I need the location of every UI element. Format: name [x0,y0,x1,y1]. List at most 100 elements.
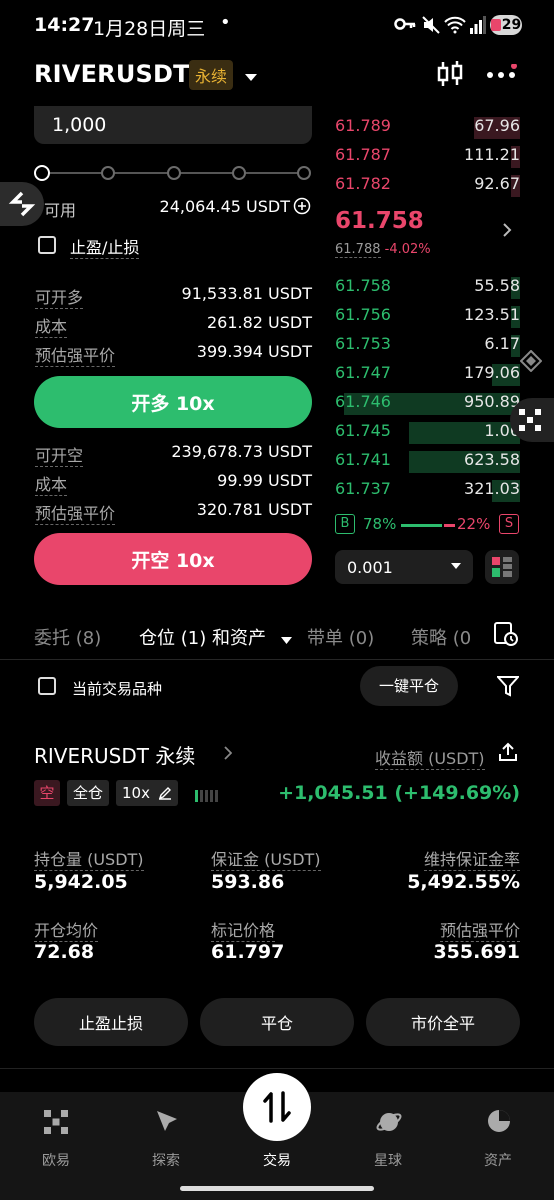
bid-quantity: 123.51 [464,305,520,324]
mark-price-label: 标记价格 [211,917,276,942]
tp-sl-checkbox[interactable] [38,236,56,254]
nav-planet[interactable]: 星球 [358,1150,418,1170]
okx-home-icon[interactable] [44,1110,68,1138]
floating-swap-tab[interactable] [0,182,44,226]
status-bar: 14:27 1月28日周三 • 29 [0,0,554,52]
tab-copy-trading[interactable]: 带单 (0) [307,624,374,650]
current-symbol-checkbox[interactable] [38,677,56,695]
bid-price[interactable]: 61.746 [335,392,391,411]
price-change: -4.02% [384,242,431,257]
ask-price[interactable]: 61.789 [335,116,391,135]
perpetual-badge: 永续 [189,60,234,90]
bid-price[interactable]: 61.753 [335,334,391,353]
notification-dot: • [220,12,231,33]
ask-quantity: 67.96 [474,116,520,135]
bid-price[interactable]: 61.737 [335,479,391,498]
filter-icon[interactable] [495,675,521,701]
close-position-button[interactable]: 平仓 [200,998,354,1046]
card-divider [0,1068,554,1069]
short-liq-value: 320.781 USDT [196,500,312,519]
compass-icon[interactable] [154,1108,180,1138]
long-liq-value: 399.394 USDT [196,342,312,361]
current-symbol-label: 当前交易品种 [72,680,163,698]
book-layout-icon [492,557,512,577]
long-available-label: 可开多 [35,284,84,309]
leverage-tag[interactable]: 10x [116,780,178,806]
symbol-dropdown-icon[interactable] [244,68,258,87]
diamond-icon[interactable] [519,349,543,376]
slider-step-100[interactable] [297,166,311,180]
candlestick-chart-icon[interactable] [436,60,464,92]
market-close-all-button[interactable]: 市价全平 [366,998,520,1046]
open-short-button[interactable]: 开空 10x [34,533,312,585]
positions-dropdown-icon[interactable] [281,630,292,649]
trade-nav-button[interactable] [243,1073,311,1141]
buy-percent: 78% [363,515,397,533]
battery-low-icon [490,19,501,31]
buy-sell-ratio: B 78% 22% S [335,514,520,536]
bid-quantity: 950.89 [464,392,520,411]
caret-down-icon [451,563,461,569]
available-value: 24,064.45 USDT [159,197,290,216]
bid-price[interactable]: 61.741 [335,450,391,469]
mark-price: 61.788 [335,242,381,258]
leverage-value: 10x [122,784,150,802]
position-size-label: 持仓量 (USDT) [34,846,144,871]
long-cost-value: 261.82 USDT [206,313,312,332]
status-date: 1月28日周三 [93,18,206,40]
position-symbol[interactable]: RIVERUSDT 永续 [34,740,195,769]
nav-okx[interactable]: 欧易 [26,1150,86,1170]
more-menu-icon[interactable] [486,63,520,88]
tab-positions[interactable]: 仓位 (1) 和资产 [139,624,266,650]
bid-price[interactable]: 61.758 [335,276,391,295]
bid-quantity: 321.03 [464,479,520,498]
risk-meter [195,787,223,806]
pnl-value: +1,045.51 (+149.69%) [278,782,520,804]
history-icon[interactable] [494,622,518,650]
close-all-button[interactable]: 一键平仓 [360,666,458,706]
nav-explore[interactable]: 探索 [136,1150,196,1170]
position-size-value: 5,942.05 [34,871,128,893]
entry-price-value: 72.68 [34,941,95,963]
amount-input[interactable]: 1,000 [34,106,312,144]
tab-strategies[interactable]: 策略 (0 [411,624,473,650]
tp-sl-label: 止盈/止损 [70,234,140,259]
last-price[interactable]: 61.758 [335,208,424,234]
pnl-label: 收益额 (USDT) [375,745,485,770]
planet-icon[interactable] [375,1108,403,1140]
precision-select[interactable]: 0.001 [335,550,473,584]
nav-assets[interactable]: 资产 [468,1150,528,1170]
chevron-right-icon[interactable] [502,222,512,242]
open-long-button[interactable]: 开多 10x [34,376,312,428]
cross-margin-tag: 全仓 [67,780,110,806]
bid-price[interactable]: 61.756 [335,305,391,324]
home-indicator [180,1186,374,1191]
bid-quantity: 55.58 [474,276,520,295]
okx-floating-button[interactable] [510,398,554,442]
bid-price[interactable]: 61.747 [335,363,391,382]
long-liq-label: 预估强平价 [35,342,116,367]
tp-sl-button[interactable]: 止盈止损 [34,998,188,1046]
short-available-label: 可开空 [35,442,84,467]
ask-price[interactable]: 61.782 [335,174,391,193]
key-icon [394,16,416,36]
add-funds-icon[interactable] [293,197,311,219]
position-chevron-icon[interactable] [224,745,233,764]
slider-step-25[interactable] [101,166,115,180]
slider-handle[interactable] [34,165,50,181]
liq-price-label: 预估强平价 [439,917,520,942]
bid-quantity: 179.06 [464,363,520,382]
entry-price-label: 开仓均价 [34,917,99,942]
ask-price[interactable]: 61.787 [335,145,391,164]
share-icon[interactable] [498,742,518,766]
nav-trade[interactable]: 交易 [247,1150,307,1170]
assets-pie-icon[interactable] [486,1108,512,1138]
slider-step-75[interactable] [232,166,246,180]
symbol-title[interactable]: RIVERUSDT [34,60,190,88]
bid-price[interactable]: 61.745 [335,421,391,440]
book-layout-button[interactable] [485,550,519,584]
slider-step-50[interactable] [167,166,181,180]
tabs-divider [0,659,554,660]
tab-orders[interactable]: 委托 (8) [34,624,101,650]
ask-quantity: 92.67 [474,174,520,193]
